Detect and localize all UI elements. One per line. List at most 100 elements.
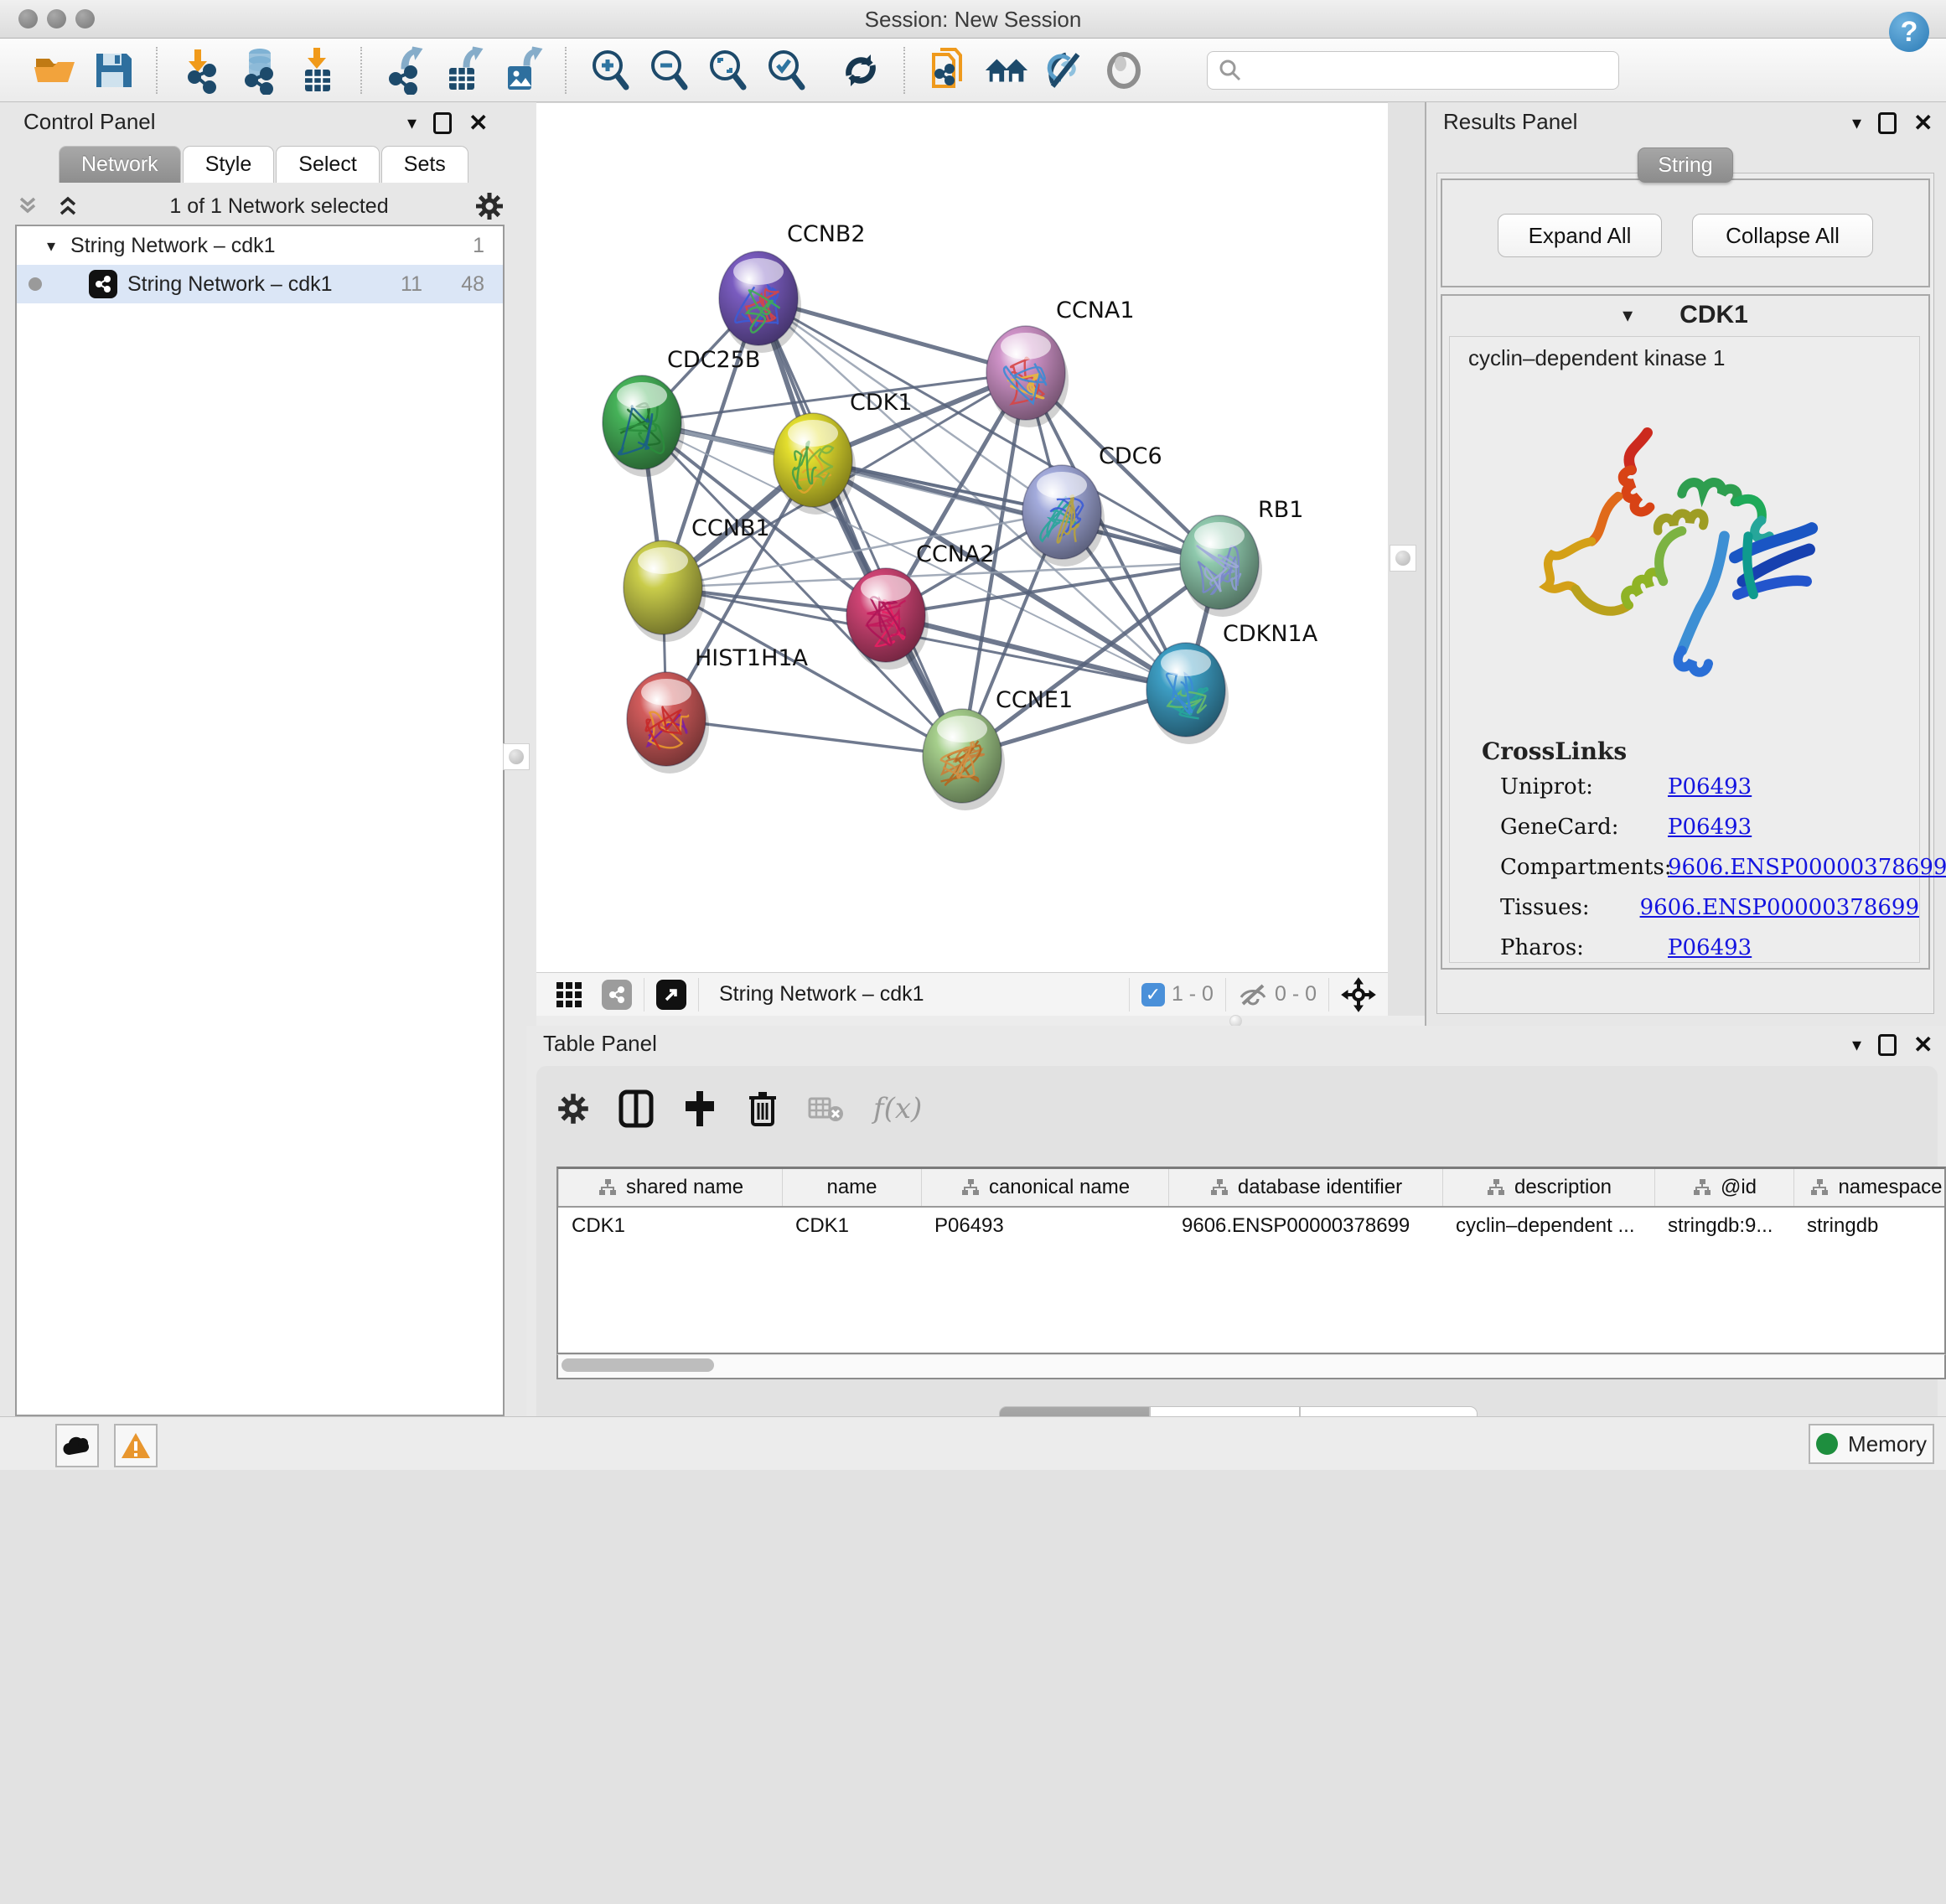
import-network-database-button[interactable]	[235, 46, 283, 95]
tab-string[interactable]: String	[1638, 147, 1733, 183]
node-CCNE1[interactable]: CCNE1	[923, 687, 1073, 810]
cell[interactable]: CDK1	[782, 1208, 921, 1244]
birdseye-grid-icon[interactable]	[555, 980, 583, 1009]
zoom-in-button[interactable]	[585, 46, 634, 95]
glass-ball-button[interactable]	[1100, 46, 1148, 95]
warning-button[interactable]	[114, 1424, 158, 1467]
column-header-database-identifier[interactable]: database identifier	[1168, 1169, 1442, 1206]
node-CCNA2[interactable]: CCNA2	[846, 541, 995, 670]
crosslink-link[interactable]: 9606.ENSP00000378699	[1640, 895, 1919, 920]
zoom-selected-button[interactable]	[761, 46, 810, 95]
node-CCNB1[interactable]: CCNB1	[624, 515, 770, 642]
panel-float-icon[interactable]	[1878, 1034, 1897, 1056]
toolbar-search[interactable]	[1207, 51, 1619, 90]
gene-collapse-icon[interactable]: ▾	[1623, 303, 1633, 328]
pan-crosshair-icon[interactable]	[1341, 977, 1376, 1012]
cell[interactable]: 9606.ENSP00000378699	[1168, 1208, 1442, 1244]
crosslink-link[interactable]: P06493	[1668, 815, 1752, 840]
edge-HIST1H1A-CCNE1[interactable]	[666, 719, 962, 756]
export-table-button[interactable]	[439, 46, 488, 95]
panel-float-icon[interactable]	[1878, 112, 1897, 134]
delete-table-icon[interactable]	[808, 1094, 845, 1124]
panel-close-icon[interactable]: ✕	[468, 109, 488, 137]
gear-icon[interactable]	[556, 1092, 590, 1125]
panel-collapse-icon[interactable]: ▾	[407, 112, 417, 134]
network-share-badge[interactable]	[602, 980, 632, 1010]
function-builder-icon[interactable]: f(x)	[873, 1092, 922, 1125]
network-graph[interactable]: CCNB2CCNA1CDC25BCDK1CDC6RB1CCNB1CCNA2CDK…	[536, 103, 1388, 973]
right-splitter-handle[interactable]	[1390, 545, 1416, 572]
export-image-button[interactable]	[498, 46, 546, 95]
expand-all-button[interactable]: Expand All	[1498, 214, 1662, 257]
import-network-file-button[interactable]	[176, 46, 225, 95]
node-CCNB2[interactable]: CCNB2	[719, 221, 866, 353]
export-network-button[interactable]	[380, 46, 429, 95]
cloud-button[interactable]	[55, 1424, 99, 1467]
zoom-out-button[interactable]	[644, 46, 692, 95]
memory-button[interactable]: Memory	[1809, 1424, 1934, 1464]
column-header-description[interactable]: description	[1442, 1169, 1654, 1206]
collapse-all-icon[interactable]	[15, 194, 44, 219]
show-columns-icon[interactable]	[618, 1089, 654, 1128]
cell[interactable]: stringdb:9...	[1654, 1208, 1793, 1244]
toolbar-separator	[903, 47, 905, 94]
cell[interactable]: P06493	[921, 1208, 1168, 1244]
zoom-selected-icon	[770, 52, 802, 87]
open-external-icon[interactable]	[656, 980, 686, 1010]
navigator-button[interactable]	[982, 46, 1031, 95]
edge-CCNB2-CCNE1[interactable]	[758, 298, 962, 756]
share-file-button[interactable]	[924, 46, 972, 95]
network-collection-row[interactable]: ▾ String Network – cdk1 1	[17, 226, 503, 265]
help-button[interactable]: ?	[1889, 12, 1929, 52]
node-HIST1H1A[interactable]: HIST1H1A	[627, 645, 809, 774]
node-CDKN1A[interactable]: CDKN1A	[1146, 621, 1318, 744]
panel-collapse-icon[interactable]: ▾	[1852, 1034, 1861, 1056]
tab-select[interactable]: Select	[276, 146, 379, 183]
hidden-eye-icon[interactable]	[1238, 982, 1268, 1007]
trash-icon[interactable]	[746, 1089, 779, 1128]
cell[interactable]: CDK1	[558, 1208, 782, 1244]
node-CCNA1[interactable]: CCNA1	[986, 298, 1135, 427]
node-CDC25B[interactable]: CDC25B	[603, 347, 760, 477]
network-row[interactable]: String Network – cdk1 11 48	[17, 265, 503, 303]
node-RB1[interactable]: RB1	[1180, 497, 1303, 617]
node-table[interactable]: shared namenamecanonical namedatabase id…	[556, 1167, 1946, 1354]
column-header-@id[interactable]: @id	[1654, 1169, 1793, 1206]
left-splitter-handle[interactable]	[503, 743, 530, 770]
table-hscrollbar[interactable]	[556, 1354, 1946, 1379]
column-header-name[interactable]: name	[782, 1169, 921, 1206]
save-session-button[interactable]	[89, 46, 137, 95]
crosslink-link[interactable]: P06493	[1668, 935, 1752, 960]
crosslink-link[interactable]: 9606.ENSP00000378699	[1668, 855, 1946, 880]
cell[interactable]: cyclin–dependent ...	[1442, 1208, 1654, 1244]
column-header-shared-name[interactable]: shared name	[558, 1169, 782, 1206]
column-header-namespace[interactable]: namespace	[1793, 1169, 1946, 1206]
table-row[interactable]: CDK1CDK1P064939606.ENSP00000378699cyclin…	[558, 1208, 1944, 1244]
open-session-button[interactable]	[30, 46, 79, 95]
panel-close-icon[interactable]: ✕	[1913, 109, 1933, 137]
gear-icon[interactable]	[474, 191, 505, 221]
search-input[interactable]	[1243, 59, 1595, 82]
add-column-icon[interactable]	[682, 1089, 717, 1128]
graphics-details-button[interactable]	[1041, 46, 1089, 95]
control-panel: Control Panel ▾ ✕ NetworkStyleSelectSets…	[0, 102, 520, 1416]
panel-float-icon[interactable]	[433, 112, 452, 134]
expand-all-icon[interactable]	[55, 194, 84, 219]
crosslink-link[interactable]: P06493	[1668, 774, 1752, 799]
zoom-fit-button[interactable]	[702, 46, 751, 95]
panel-collapse-icon[interactable]: ▾	[1852, 112, 1861, 134]
tab-style[interactable]: Style	[183, 146, 275, 183]
import-table-file-button[interactable]	[293, 46, 342, 95]
tree-expand-icon[interactable]: ▾	[47, 235, 55, 256]
cell[interactable]: stringdb	[1793, 1208, 1946, 1244]
crosslink-label: Uniprot:	[1500, 774, 1668, 799]
table-hscrollbar-thumb[interactable]	[562, 1358, 714, 1372]
tab-network[interactable]: Network	[59, 146, 181, 183]
collapse-all-button[interactable]: Collapse All	[1692, 214, 1873, 257]
network-canvas[interactable]: CCNB2CCNA1CDC25BCDK1CDC6RB1CCNB1CCNA2CDK…	[536, 102, 1388, 972]
column-header-canonical-name[interactable]: canonical name	[921, 1169, 1168, 1206]
refresh-button[interactable]	[836, 46, 885, 95]
panel-close-icon[interactable]: ✕	[1913, 1031, 1933, 1058]
tab-sets[interactable]: Sets	[381, 146, 468, 183]
selected-checkbox-icon[interactable]: ✓	[1141, 983, 1165, 1006]
